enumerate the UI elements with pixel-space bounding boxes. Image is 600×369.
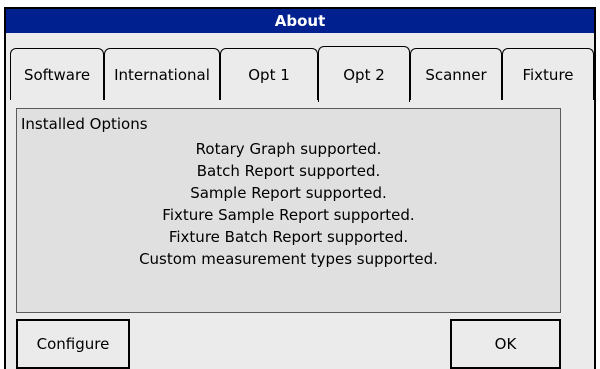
tab-software[interactable]: Software — [10, 48, 104, 100]
configure-button[interactable]: Configure — [16, 319, 130, 369]
tab-international[interactable]: International — [104, 48, 220, 100]
tab-opt-1[interactable]: Opt 1 — [220, 48, 318, 100]
tab-scanner[interactable]: Scanner — [410, 48, 502, 100]
dialog-title: About — [6, 9, 594, 33]
option-line: Batch Report supported. — [196, 162, 381, 180]
option-line: Sample Report supported. — [190, 184, 387, 202]
about-dialog: About Software International Opt 1 Opt 2… — [4, 7, 596, 369]
option-line: Fixture Batch Report supported. — [168, 228, 409, 246]
option-line: Custom measurement types supported. — [139, 250, 438, 268]
ok-button[interactable]: OK — [450, 319, 561, 369]
tab-opt-2[interactable]: Opt 2 — [318, 46, 410, 102]
installed-options-panel: Installed Options Rotary Graph supported… — [16, 108, 561, 313]
panel-heading: Installed Options — [21, 115, 148, 133]
options-list: Rotary Graph supported. Batch Report sup… — [17, 138, 560, 270]
option-line: Fixture Sample Report supported. — [162, 206, 415, 224]
tab-fixture[interactable]: Fixture — [502, 48, 594, 100]
option-line: Rotary Graph supported. — [195, 140, 382, 158]
